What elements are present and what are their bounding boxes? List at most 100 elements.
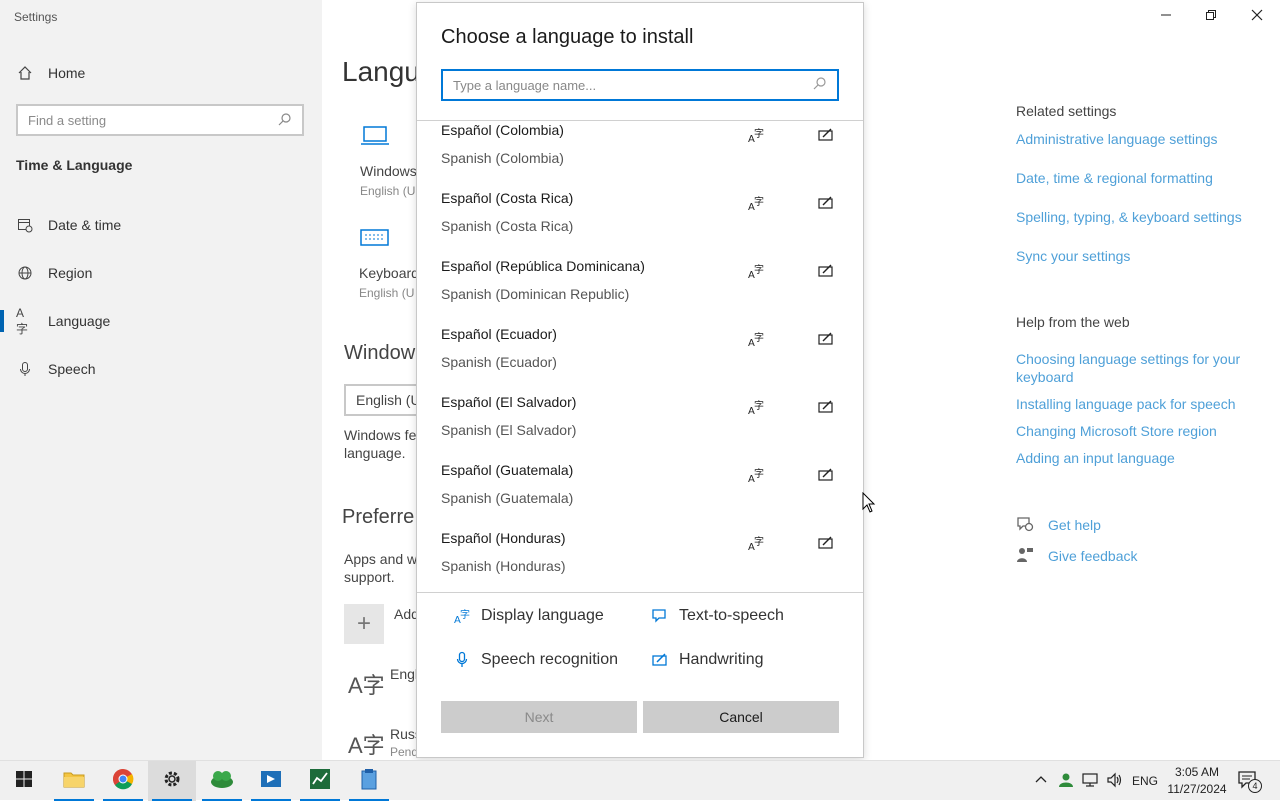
tray-network[interactable] xyxy=(1082,761,1100,801)
tile-windows-title[interactable]: Windows xyxy=(360,163,417,179)
get-help-link[interactable]: Get help xyxy=(1048,516,1280,534)
svg-text:字: 字 xyxy=(460,608,470,621)
tile-keyboard-title[interactable]: Keyboard xyxy=(359,265,419,281)
sidebar-item-label: Region xyxy=(48,265,93,281)
language-option-dominican-republic[interactable]: Español (República Dominicana) Spanish (… xyxy=(417,258,863,326)
display-language-dropdown[interactable]: English (U xyxy=(344,384,424,416)
input-language-indicator[interactable]: ENG xyxy=(1132,761,1158,801)
language-option-honduras[interactable]: Español (Honduras) Spanish (Honduras) A字 xyxy=(417,530,863,592)
language-native-name: Español (El Salvador) xyxy=(441,394,577,410)
display-language-icon: A字 xyxy=(747,126,765,145)
link-keyboard-language[interactable]: Choosing language settings for your keyb… xyxy=(1016,350,1256,386)
legend-label: Display language xyxy=(481,607,604,624)
notification-count-badge: 4 xyxy=(1248,779,1262,793)
language-option-costa-rica[interactable]: Español (Costa Rica) Spanish (Costa Rica… xyxy=(417,190,863,258)
start-button[interactable] xyxy=(0,761,48,801)
text-to-speech-icon xyxy=(651,607,669,625)
taskbar-clock[interactable]: 3:05 AM 11/27/2024 xyxy=(1160,764,1234,798)
restore-button[interactable] xyxy=(1188,4,1234,28)
link-store-region[interactable]: Changing Microsoft Store region xyxy=(1016,422,1256,440)
language-search-input[interactable] xyxy=(453,77,793,93)
minimize-button[interactable] xyxy=(1143,4,1189,28)
add-language-button[interactable]: + xyxy=(344,604,384,644)
give-feedback-link[interactable]: Give feedback xyxy=(1048,547,1280,565)
find-setting-placeholder: Find a setting xyxy=(28,112,107,128)
calendar-clock-icon xyxy=(16,216,34,234)
find-setting-input[interactable]: Find a setting xyxy=(16,104,304,136)
handwriting-icon xyxy=(651,651,669,669)
search-icon xyxy=(278,112,292,129)
link-spelling-typing[interactable]: Spelling, typing, & keyboard settings xyxy=(1016,208,1256,226)
language-option-colombia[interactable]: Español (Colombia) Spanish (Colombia) A字 xyxy=(417,122,863,190)
language-list[interactable]: Español (Colombia) Spanish (Colombia) A字… xyxy=(417,122,863,592)
chevron-up-icon xyxy=(1034,773,1048,790)
app-blue-icon xyxy=(259,768,283,795)
svg-text:字: 字 xyxy=(754,127,764,140)
sidebar-item-label: Language xyxy=(48,313,111,329)
sidebar-item-region[interactable]: Region xyxy=(16,261,92,285)
taskbar-app-blue[interactable] xyxy=(247,761,295,801)
close-button[interactable] xyxy=(1234,4,1280,28)
windows-desc-line1: Windows fe xyxy=(344,427,417,443)
close-icon xyxy=(1251,8,1263,24)
language-search-field[interactable] xyxy=(441,69,839,101)
language-option-ecuador[interactable]: Español (Ecuador) Spanish (Ecuador) A字 xyxy=(417,326,863,394)
language-english-name: Spanish (Colombia) xyxy=(441,150,564,166)
taskbar-app-notepad[interactable] xyxy=(345,761,393,801)
language-native-name: Español (Guatemala) xyxy=(441,462,574,478)
link-date-time-regional[interactable]: Date, time & regional formatting xyxy=(1016,169,1256,187)
microphone-icon xyxy=(16,360,34,378)
windows-display-heading: Window xyxy=(344,342,416,364)
next-button[interactable]: Next xyxy=(441,701,637,733)
handwriting-icon xyxy=(817,398,835,416)
laptop-icon xyxy=(360,124,390,153)
svg-text:字: 字 xyxy=(754,399,764,412)
sidebar-item-language[interactable]: A字 Language xyxy=(16,305,111,336)
globe-icon xyxy=(16,264,34,282)
handwriting-icon xyxy=(817,262,835,280)
page-title: Langu xyxy=(342,56,420,87)
cancel-button[interactable]: Cancel xyxy=(643,701,839,733)
app-title: Settings xyxy=(14,10,58,24)
action-center-button[interactable]: 4 xyxy=(1238,761,1262,801)
link-admin-language[interactable]: Administrative language settings xyxy=(1016,130,1256,148)
tray-volume[interactable] xyxy=(1106,761,1124,801)
taskbar-settings[interactable] xyxy=(148,761,196,801)
show-hidden-icons-button[interactable] xyxy=(1034,761,1048,801)
language-icon: A字 xyxy=(16,305,29,336)
taskbar-file-explorer[interactable] xyxy=(50,761,98,801)
display-language-icon: A字 xyxy=(453,607,471,625)
tile-keyboard-sub: English (U xyxy=(359,286,415,300)
taskbar-chrome[interactable] xyxy=(99,761,147,801)
link-sync-settings[interactable]: Sync your settings xyxy=(1016,247,1256,265)
help-from-web-title: Help from the web xyxy=(1016,314,1130,330)
language-english-name: Spanish (Costa Rica) xyxy=(441,218,574,234)
link-speech-pack[interactable]: Installing language pack for speech xyxy=(1016,395,1256,413)
svg-text:字: 字 xyxy=(754,535,764,548)
app-notepad-icon xyxy=(360,768,378,795)
language-option-guatemala[interactable]: Español (Guatemala) Spanish (Guatemala) … xyxy=(417,462,863,530)
chrome-icon xyxy=(112,768,134,795)
handwriting-icon xyxy=(817,126,835,144)
section-title: Time & Language xyxy=(16,157,133,173)
microphone-icon xyxy=(453,651,471,669)
language-icon: A字 xyxy=(348,673,385,698)
language-native-name: Español (Colombia) xyxy=(441,122,564,138)
link-input-language[interactable]: Adding an input language xyxy=(1016,449,1256,467)
search-icon xyxy=(813,76,827,95)
taskbar-app-chart[interactable] xyxy=(296,761,344,801)
taskbar-app-green[interactable] xyxy=(198,761,246,801)
feedback-icon xyxy=(1016,546,1034,564)
apps-desc-line2: support. xyxy=(344,569,395,585)
language-option-el-salvador[interactable]: Español (El Salvador) Spanish (El Salvad… xyxy=(417,394,863,462)
nav-home[interactable]: Home xyxy=(16,61,85,85)
sidebar-item-date-time[interactable]: Date & time xyxy=(16,213,121,237)
preferred-lang-english[interactable]: Engl xyxy=(390,666,418,682)
mouse-cursor-icon xyxy=(862,491,876,519)
preferred-heading: Preferre xyxy=(342,506,415,528)
tray-people[interactable] xyxy=(1058,761,1074,801)
file-explorer-icon xyxy=(63,769,85,794)
sidebar-item-speech[interactable]: Speech xyxy=(16,357,95,381)
network-icon xyxy=(1082,772,1100,791)
svg-text:字: 字 xyxy=(754,331,764,344)
